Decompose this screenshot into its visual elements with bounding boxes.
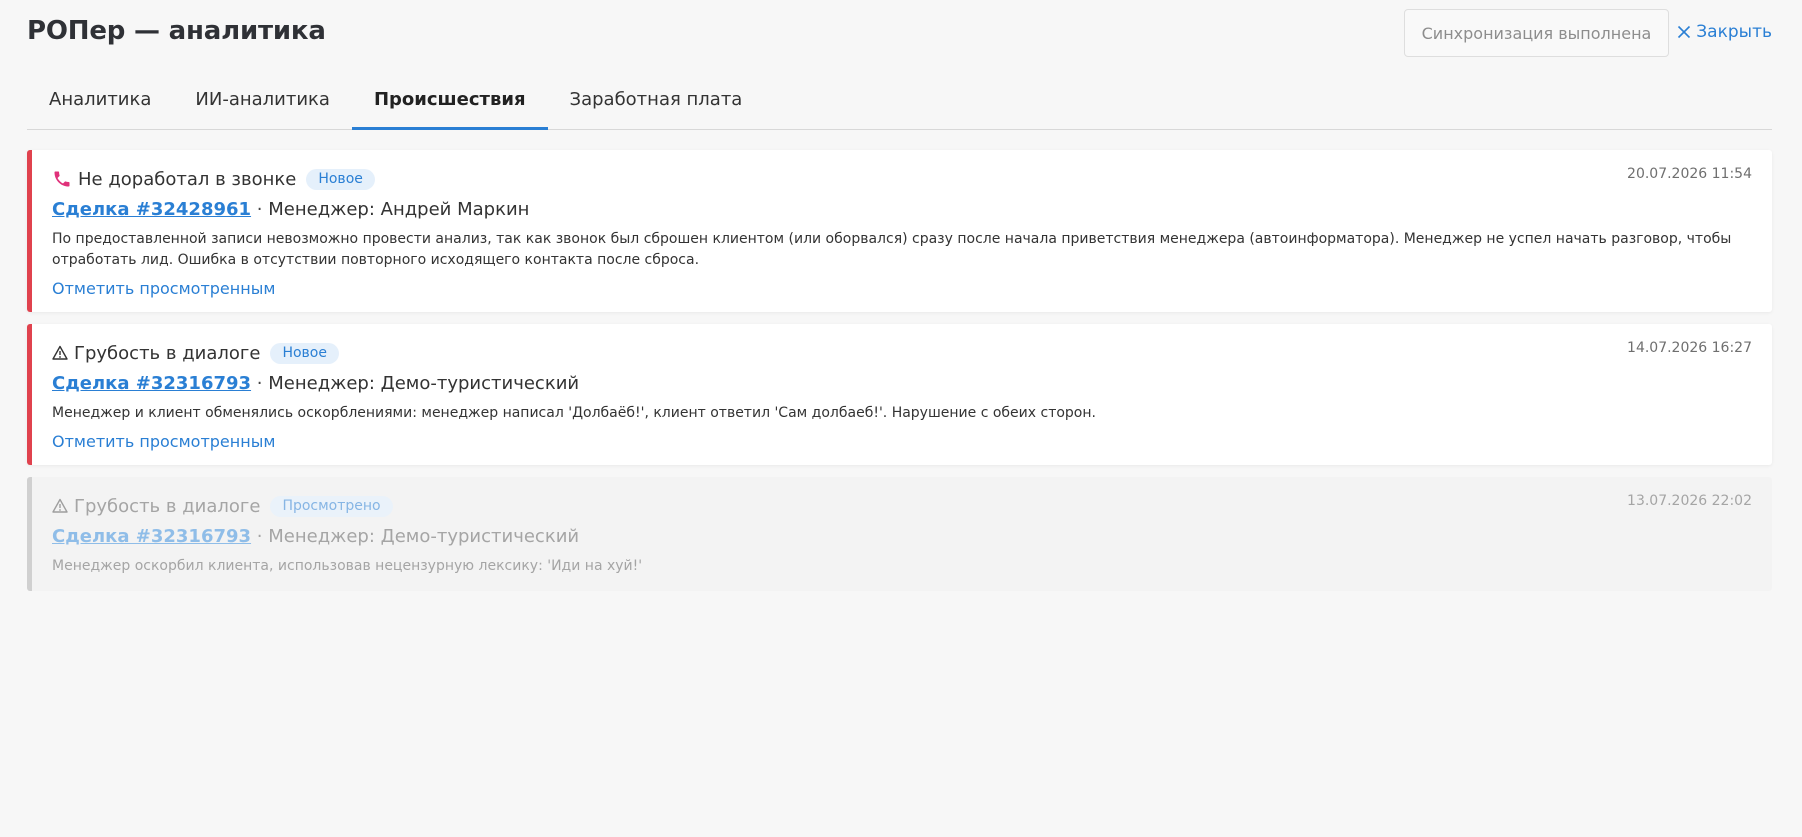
mark-viewed-link[interactable]: Отметить просмотренным — [52, 432, 275, 451]
incident-date: 13.07.2026 22:02 — [1627, 493, 1752, 509]
close-button[interactable]: Закрыть — [1677, 22, 1772, 42]
close-icon — [1678, 25, 1691, 39]
phone-icon — [52, 169, 72, 189]
close-button-label: Закрыть — [1696, 22, 1772, 42]
page-title: РОПер — аналитика — [27, 16, 326, 46]
tab-ai-analytics[interactable]: ИИ-аналитика — [173, 68, 352, 129]
status-badge: Новое — [270, 342, 339, 364]
manager-name: Менеджер: Демо-туристический — [268, 373, 580, 394]
incident-description: Менеджер оскорбил клиента, использовав н… — [52, 558, 643, 574]
incident-list: Не доработал в звонке Новое 20.07.2026 1… — [27, 150, 1772, 591]
incident-card: Грубость в диалоге Новое 14.07.2026 16:2… — [27, 324, 1772, 465]
warning-icon — [52, 345, 68, 361]
separator: · — [256, 373, 263, 394]
incident-card: Не доработал в звонке Новое 20.07.2026 1… — [27, 150, 1772, 312]
deal-link[interactable]: Сделка #32316793 — [52, 373, 251, 394]
warning-icon — [52, 498, 68, 514]
mark-viewed-link[interactable]: Отметить просмотренным — [52, 279, 275, 298]
tab-analytics[interactable]: Аналитика — [27, 68, 173, 129]
page-header: РОПер — аналитика Синхронизация выполнен… — [27, 0, 1772, 68]
manager-name: Менеджер: Андрей Маркин — [268, 199, 530, 220]
incident-description: По предоставленной записи невозможно про… — [52, 231, 1732, 268]
tab-salary[interactable]: Заработная плата — [548, 68, 765, 129]
incident-description: Менеджер и клиент обменялись оскорбления… — [52, 405, 1096, 421]
sync-status-button[interactable]: Синхронизация выполнена — [1404, 9, 1669, 57]
tab-incidents[interactable]: Происшествия — [351, 68, 548, 130]
incident-type: Грубость в диалоге — [74, 342, 261, 364]
incidents-page: РОПер — аналитика Синхронизация выполнен… — [0, 0, 1802, 837]
tab-bar: Аналитика ИИ-аналитика Происшествия Зара… — [27, 68, 1772, 130]
manager-name: Менеджер: Демо-туристический — [268, 526, 580, 547]
incident-card: Грубость в диалоге Просмотрено 13.07.202… — [27, 477, 1772, 591]
incident-date: 20.07.2026 11:54 — [1627, 166, 1752, 182]
status-badge: Просмотрено — [270, 495, 393, 517]
incident-type: Грубость в диалоге — [74, 495, 261, 517]
status-badge: Новое — [306, 168, 375, 190]
separator: · — [256, 199, 263, 220]
incident-date: 14.07.2026 16:27 — [1627, 340, 1752, 356]
separator: · — [256, 526, 263, 547]
deal-link[interactable]: Сделка #32428961 — [52, 199, 251, 220]
deal-link[interactable]: Сделка #32316793 — [52, 526, 251, 547]
incident-type: Не доработал в звонке — [78, 168, 297, 190]
